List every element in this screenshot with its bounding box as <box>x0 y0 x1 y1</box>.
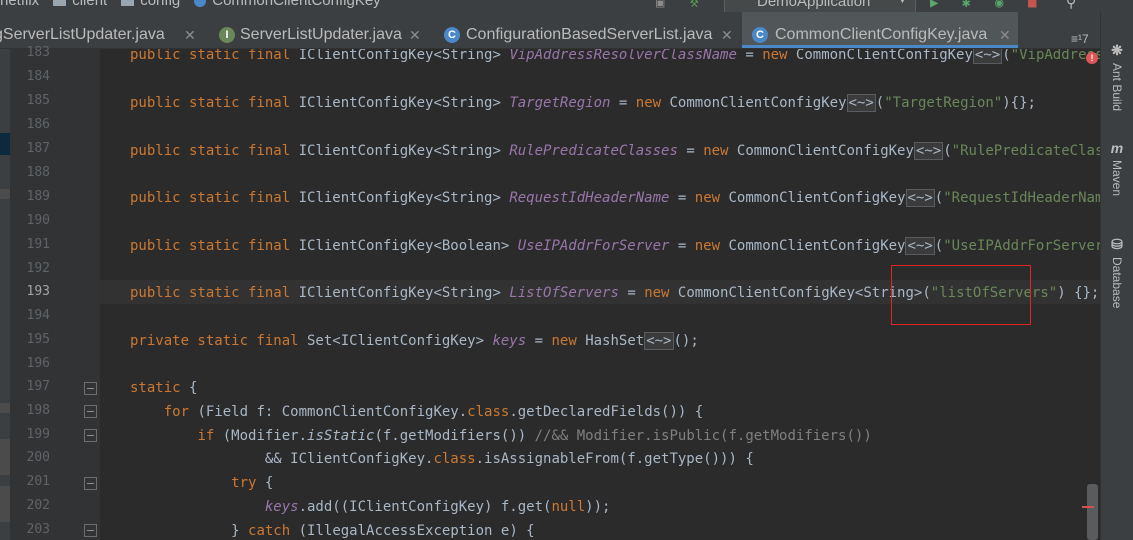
code-line: && IClientConfigKey.class.isAssignableFr… <box>130 451 754 467</box>
tab-commonclientconfigkey[interactable]: C CommonClientConfigKey.java ✕ <box>742 12 1018 48</box>
search-icon[interactable]: ⚲ <box>1066 0 1076 10</box>
close-icon[interactable]: ✕ <box>721 27 733 44</box>
line-number: 192 <box>26 261 50 276</box>
run-icon[interactable]: ▶ <box>930 0 938 10</box>
code-line: if (Modifier.isStatic(f.getModifiers()) … <box>197 428 872 444</box>
folder-icon <box>53 0 67 7</box>
tab-configurationbasedserverlist[interactable]: C ConfigurationBasedServerList.java ✕ <box>444 12 742 48</box>
active-tab-indicator <box>742 45 1018 48</box>
line-number: 188 <box>26 165 50 180</box>
code-line: keys.add((IClientConfigKey) f.get(null))… <box>264 499 611 515</box>
tool-window-ant-build[interactable]: ❋ Ant Build <box>1104 42 1130 111</box>
run-configuration-label: DemoApplication <box>757 0 871 10</box>
database-icon: ⛁ <box>1111 236 1123 252</box>
line-number: 189 <box>26 189 50 204</box>
folder-icon <box>121 0 135 7</box>
tab-overflow-button[interactable]: ≡¹7 <box>1071 32 1089 46</box>
line-number: 185 <box>26 93 50 108</box>
code-line: for (Field f: CommonClientConfigKey.clas… <box>163 404 704 420</box>
tool-window-database[interactable]: ⛁ Database <box>1104 236 1130 308</box>
code-line: public static final IClientConfigKey<Str… <box>130 49 1100 64</box>
chevron-down-icon: ▼ <box>897 0 908 6</box>
tab-serverlistupdater[interactable]: I ServerListUpdater.java ✕ <box>219 12 429 48</box>
project-panel-edge[interactable] <box>0 49 10 540</box>
tab-gserverlistupdater[interactable]: gServerListUpdater.java ✕ <box>0 12 203 48</box>
right-tool-strip: ❋ Ant Build m Maven ⛁ Database <box>1100 12 1133 540</box>
code-line: } catch (IllegalAccessException e) { <box>130 523 535 539</box>
breadcrumb-item-netflix[interactable]: netflix <box>0 0 39 9</box>
tool-window-label: Ant Build <box>1110 63 1124 112</box>
breadcrumb-item-class[interactable]: CommonClientConfigKey <box>212 0 380 9</box>
line-number: 195 <box>26 332 50 347</box>
code-line: public static final IClientConfigKey<Str… <box>130 94 1036 112</box>
tab-label: gServerListUpdater.java <box>0 26 165 43</box>
class-icon <box>194 0 207 8</box>
line-number: 196 <box>26 356 50 371</box>
debug-icon[interactable]: ✱ <box>962 0 970 10</box>
tab-label: ServerListUpdater.java <box>240 26 402 43</box>
line-number: 186 <box>26 117 50 132</box>
line-number: 201 <box>26 474 50 489</box>
fold-marker-icon[interactable] <box>84 524 97 537</box>
line-number: 184 <box>26 69 50 84</box>
class-icon: C <box>444 27 460 43</box>
vertical-scrollbar-thumb[interactable] <box>1087 484 1098 540</box>
ant-icon: ❋ <box>1111 42 1123 58</box>
highlight-annotation-box <box>891 265 1031 325</box>
close-icon[interactable]: ✕ <box>409 27 421 44</box>
code-line: private static final Set<IClientConfigKe… <box>130 332 699 350</box>
tool-window-label: Maven <box>1110 160 1124 197</box>
close-icon[interactable]: ✕ <box>999 27 1011 44</box>
build-icon[interactable]: ▣ <box>656 0 664 10</box>
line-number-gutter[interactable]: 183 184 185 186 187 188 189 190 191 192 … <box>10 45 101 540</box>
code-line: public static final IClientConfigKey<Str… <box>130 189 1100 207</box>
run-configuration-select[interactable]: DemoApplication ▼ <box>724 0 916 12</box>
tab-label: ConfigurationBasedServerList.java <box>466 26 713 43</box>
line-number: 203 <box>26 522 50 537</box>
line-number: 190 <box>26 213 50 228</box>
code-line: public static final IClientConfigKey<Str… <box>130 142 1100 160</box>
fold-marker-icon[interactable] <box>84 405 97 418</box>
close-icon[interactable]: ✕ <box>184 27 196 44</box>
editor-tabs: gServerListUpdater.java ✕ I ServerListUp… <box>0 12 1100 49</box>
fold-marker-icon[interactable] <box>84 429 97 442</box>
line-number: 187 <box>26 141 50 156</box>
coverage-icon[interactable]: ◉ <box>995 0 1003 10</box>
tool-window-maven[interactable]: m Maven <box>1104 140 1130 196</box>
line-number: 191 <box>26 237 50 252</box>
line-number: 202 <box>26 498 50 513</box>
breadcrumb-item-config[interactable]: config <box>140 0 180 9</box>
code-line: static { <box>130 380 198 396</box>
breadcrumb: netflix client config CommonClientConfigKey <box>0 0 387 9</box>
line-number: 199 <box>26 427 50 442</box>
error-icon[interactable]: ! <box>1086 52 1098 64</box>
fold-marker-icon[interactable] <box>84 382 97 395</box>
hammer-icon[interactable]: ⚒ <box>690 0 698 10</box>
fold-marker-icon[interactable] <box>84 477 97 490</box>
line-number: 200 <box>26 450 50 465</box>
code-line: public static final IClientConfigKey<Boo… <box>130 237 1100 255</box>
stop-icon[interactable]: ■ <box>1028 0 1036 10</box>
line-number: 194 <box>26 308 50 323</box>
navigation-bar: netflix client config CommonClientConfigKey… <box>0 0 1133 12</box>
line-number: 197 <box>26 379 50 394</box>
interface-icon: I <box>219 27 235 43</box>
line-number: 183 <box>26 45 50 60</box>
line-number-current: 193 <box>26 284 50 299</box>
tool-window-label: Database <box>1110 257 1124 309</box>
class-icon: C <box>752 27 768 43</box>
code-line: try { <box>231 475 274 491</box>
maven-icon: m <box>1110 140 1124 156</box>
error-stripe-marker[interactable] <box>1082 506 1094 508</box>
line-number: 198 <box>26 403 50 418</box>
tab-label: CommonClientConfigKey.java <box>775 26 988 43</box>
breadcrumb-item-client[interactable]: client <box>72 0 107 9</box>
